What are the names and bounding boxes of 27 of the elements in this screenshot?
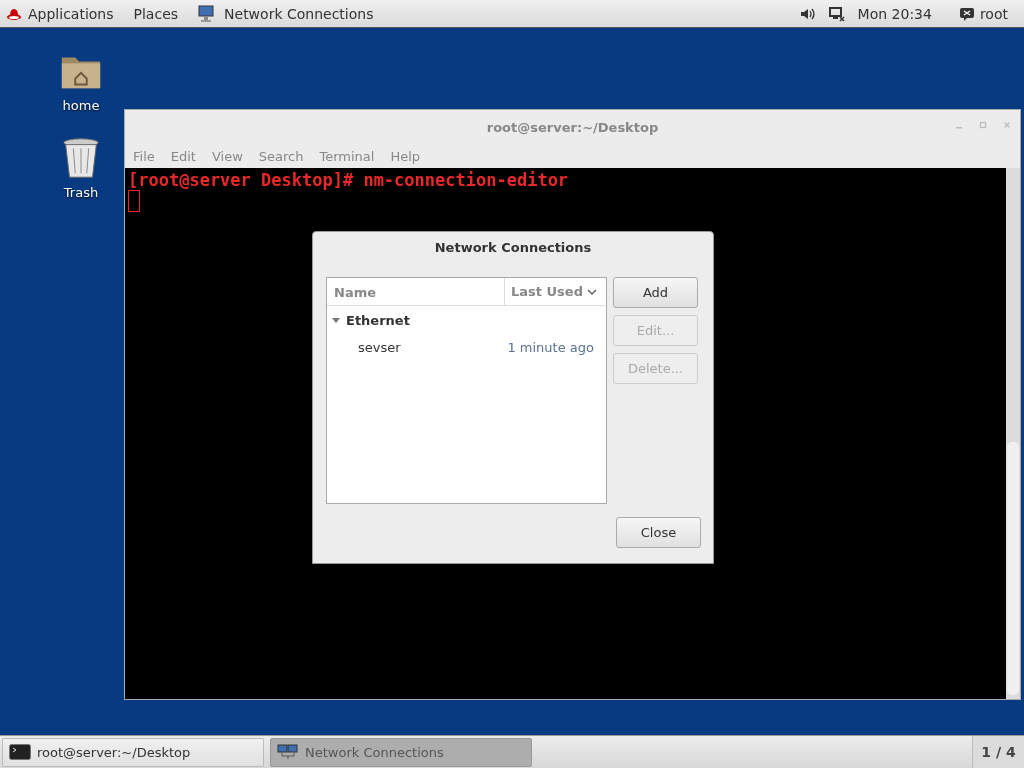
close-button[interactable]: Close <box>616 517 701 548</box>
text-cursor <box>128 190 140 212</box>
connection-name[interactable]: sevser <box>358 339 401 355</box>
top-menu[interactable]: Applications <box>6 5 122 22</box>
dialog-button[interactable]: Add <box>613 277 698 308</box>
chevron-down-icon <box>586 286 597 297</box>
column-header[interactable]: Last Used <box>505 278 606 305</box>
group-label[interactable]: Ethernet <box>346 312 410 328</box>
taskbar-button[interactable]: root@server:~/Desktop <box>2 737 264 767</box>
expander-icon[interactable] <box>331 315 341 325</box>
terminal-line: [root@server Desktop]# nm-connection-editor <box>128 170 570 190</box>
desktop-icon-label[interactable]: Trash <box>63 185 99 200</box>
active-app-label: Network Connections <box>224 5 374 22</box>
last-used-time: 1 minute ago <box>507 339 594 355</box>
dialog-title: Network Connections <box>433 239 593 257</box>
terminal-icon <box>9 744 31 760</box>
chat-bubble-icon <box>958 5 975 22</box>
column-header[interactable]: Name <box>327 278 505 305</box>
user-menu[interactable]: root <box>953 5 1008 22</box>
workspace-switcher[interactable]: 1 / 4 <box>972 736 1024 768</box>
window-title: root@server:~/Desktop <box>486 119 659 135</box>
top-menu[interactable]: Places <box>133 5 187 22</box>
clock[interactable]: Mon 20:34 <box>857 5 932 22</box>
scrollbar[interactable] <box>1006 168 1020 699</box>
network-offline-icon[interactable] <box>828 5 845 22</box>
network-icon <box>277 744 299 760</box>
desktop-icon-label[interactable]: home <box>62 98 100 113</box>
